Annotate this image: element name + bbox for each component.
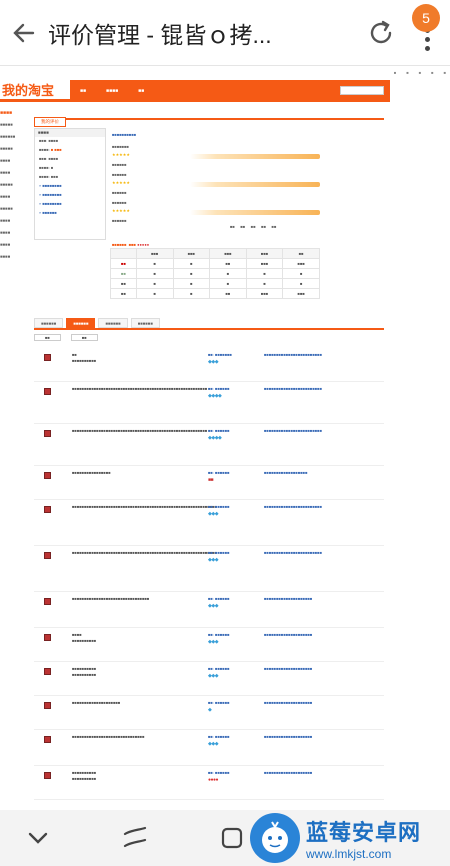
summary-caption: ■■■■■■ ■■■ ●●●●● [112, 242, 150, 247]
tab-my-reviews[interactable]: 我的评价 [34, 117, 66, 127]
arrow-left-icon [13, 23, 35, 42]
nav-down-button[interactable] [0, 810, 75, 866]
chevron-down-icon [28, 832, 47, 844]
list-item: ■■■■■■■■■■■■■■■■■■■■■■■■■■■■■■■■ ■■: ■■■… [34, 592, 384, 628]
browser-toolbar: 评价管理 - 锟皆ｏ拷... 5 [0, 0, 450, 66]
review-filter-selects: ■■ ■■ [34, 334, 98, 341]
site-logo[interactable]: 我的淘宝 [0, 80, 70, 99]
overflow-menu-button[interactable]: 5 [404, 0, 450, 66]
filter-tab[interactable]: ■■■■■■ [34, 318, 64, 328]
list-item: ■■■■■■■■■■■■■■■■■■■■■■■■■■■■■■■■■■■■■■■■… [34, 382, 384, 424]
review-filter-tabs: ■■■■■■ ■■■■■■ ■■■■■■ ■■■■■■ [34, 318, 384, 330]
nav-item[interactable]: ■■ [80, 88, 86, 94]
nav-item[interactable]: ■■ [138, 88, 144, 94]
filter-select[interactable]: ■■ [70, 334, 98, 341]
site-sidebar: ■■■■ ■■■■■ ■■■■■■ ■■■■■ ■■■■ ■■■■ ■■■■■ ■■■■ ■■… [0, 110, 16, 259]
list-item: ■■■■■■■■■■■■■■■■■■■■■■■■■■■■■■ ■■: ■■■■■… [34, 730, 384, 766]
rating-summary-table: ■■■ ■■■ ■■■ ■■■ ■■ ■■ ■ ■ ■■ ■■■ ■■■ ■■ ■ ■ ■ ■ ■ ■■ ■ ■… [110, 248, 320, 299]
blueberry-logo-icon [250, 813, 300, 863]
list-item: ■■■■■■■■■■ ■■■■■■■■■■ ■■: ■■■■■■ ●●●● ■■■■… [34, 766, 384, 800]
list-item: ■■■■■■■■■■ ■■■■■■■■■■ ■■: ■■■■■■ ◆◆◆ ■■■■■… [34, 662, 384, 696]
list-item: ■■■■ ■■■■■■■■■■ ■■: ■■■■■■ ◆◆◆ ■■■■■■■■■■■… [34, 628, 384, 662]
filter-select[interactable]: ■■ [34, 334, 61, 341]
site-navbar: ■■ ■■■■ ■■ [70, 80, 390, 102]
watermark-name: 蓝莓安卓网 [306, 820, 422, 845]
back-button[interactable] [0, 0, 48, 66]
site-topbar: ■ ■ ■ ■ ■ [393, 70, 446, 75]
nav-item[interactable]: ■■■■ [106, 88, 118, 94]
review-list: ■■ ■■■■■■■■■■ ■■: ■■■■■■■ ◆◆◆ ■■■■■■■■■■■■… [34, 348, 384, 800]
filter-tab[interactable]: ■■■■■■ [98, 318, 128, 328]
list-item: ■■■■■■■■■■■■■■■■■■■■■■■■■■■■■■■■■■■■■■■■… [34, 546, 384, 592]
square-icon [221, 827, 242, 849]
filter-tab-active[interactable]: ■■■■■■ [66, 318, 96, 328]
reload-button[interactable] [358, 0, 404, 66]
reload-icon [370, 20, 392, 43]
web-page-viewport[interactable]: ■ ■ ■ ■ ■ 我的淘宝 ■■ ■■■■ ■■ ■■■■ ■■■■■ ■■■■■■ ■■■… [0, 66, 450, 810]
list-item: ■■■■■■■■■■■■■■■■■■■■■■■■■■■■■■■■■■■■■■■■… [34, 424, 384, 466]
watermark: 蓝莓安卓网 www.lmkjst.com [250, 810, 450, 866]
tab-count-badge: 5 [412, 3, 440, 32]
list-item: ■■■■■■■■■■■■■■■■■■■■■■■■■■■■■■■■■■■■■■■■… [34, 500, 384, 546]
list-item: ■■ ■■■■■■■■■■ ■■: ■■■■■■■ ◆◆◆ ■■■■■■■■■■■■… [34, 348, 384, 382]
recents-gesture-icon [123, 826, 146, 848]
list-item: ■■■■■■■■■■■■■■■■■■■■ ■■: ■■■■■■ ◆ ■■■■■■■… [34, 696, 384, 730]
nav-recents-button[interactable] [97, 810, 172, 866]
page-title: 评价管理 - 锟皆ｏ拷... [48, 21, 272, 48]
review-tabstrip: 我的评价 [34, 110, 384, 127]
profile-box: ■■■■ ■■■: ■■■■ ■■■■: ■ ■■■ ■■■: ■■■■ ■■■… [34, 128, 106, 240]
site-search-box[interactable] [340, 86, 384, 95]
watermark-url: www.lmkjst.com [306, 847, 392, 861]
list-item: ■■■■■■■■■■■■■■■■ ■■: ■■■■■■ ■■ ■■■■■■■■■■… [34, 466, 384, 500]
filter-tab[interactable]: ■■■■■■ [130, 318, 160, 328]
